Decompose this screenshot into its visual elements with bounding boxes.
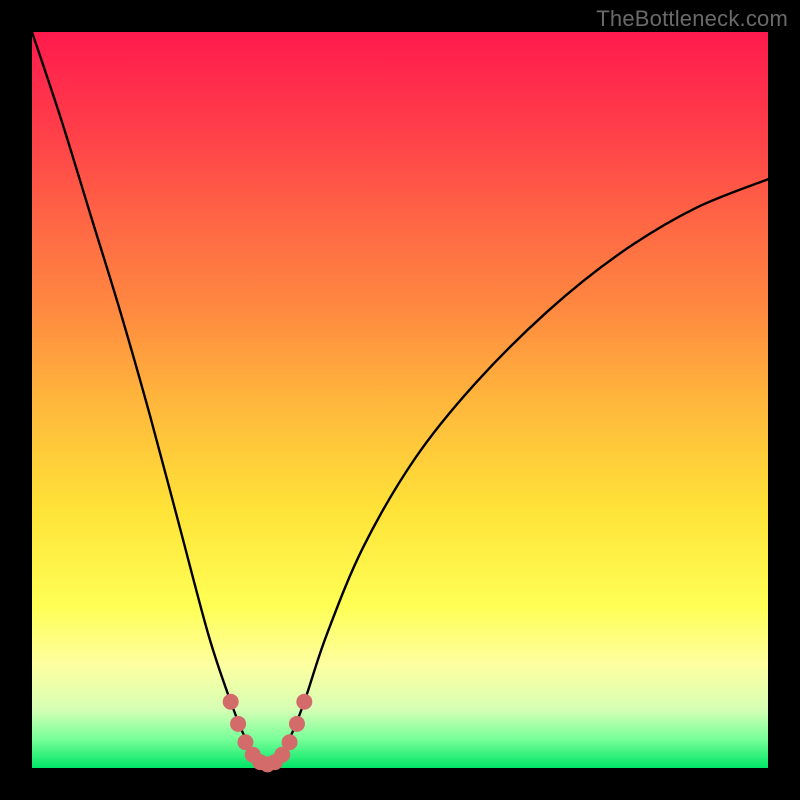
trough-dot (296, 694, 312, 710)
trough-dot (223, 694, 239, 710)
chart-plot-area (32, 32, 768, 768)
bottleneck-curve (32, 32, 768, 764)
trough-dot (282, 734, 298, 750)
trough-dot-group (223, 694, 313, 773)
trough-dot (230, 716, 246, 732)
watermark-text: TheBottleneck.com (596, 6, 788, 32)
bottleneck-chart-svg (32, 32, 768, 768)
trough-dot (289, 716, 305, 732)
